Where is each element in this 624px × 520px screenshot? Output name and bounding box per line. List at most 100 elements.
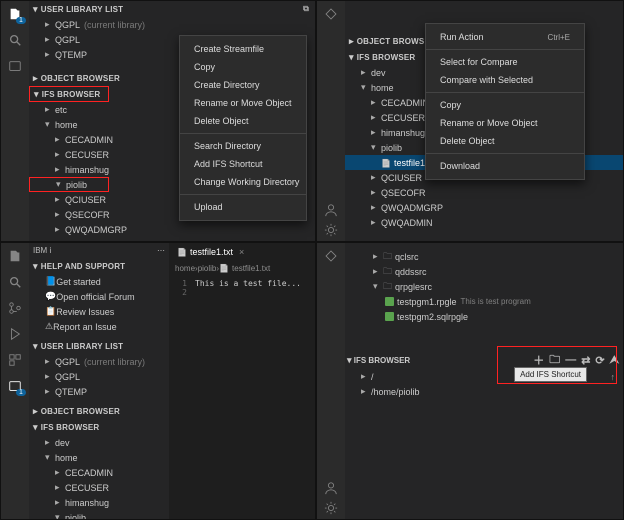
- refresh-icon[interactable]: ⟳: [595, 354, 604, 367]
- diamond-icon[interactable]: [322, 247, 340, 265]
- ifs-item[interactable]: QWQADMIN: [345, 215, 623, 230]
- editor-content[interactable]: 1This is a test file... 2: [169, 275, 315, 519]
- menu-item-delete-object[interactable]: Delete Object: [180, 112, 306, 130]
- ifs-item[interactable]: QWQADMGRP: [345, 200, 623, 215]
- help-item[interactable]: ⚠ Report an Issue: [29, 319, 169, 334]
- lib-item[interactable]: QGPL(current library): [29, 354, 169, 369]
- label: Open official Forum: [56, 292, 134, 302]
- menu-item-add-ifs-shortcut[interactable]: Add IFS Shortcut: [180, 155, 306, 173]
- separator: [426, 153, 584, 154]
- gear-icon[interactable]: [324, 223, 338, 237]
- label: home: [55, 120, 78, 130]
- search-icon[interactable]: [6, 31, 24, 49]
- collapse-icon[interactable]: ⮝: [610, 354, 619, 367]
- member-desc: This is test program: [461, 297, 531, 306]
- ifs-item[interactable]: dev: [29, 435, 169, 450]
- menu-item-delete-object[interactable]: Delete Object: [426, 132, 584, 150]
- section-title: IFS BROWSER: [42, 90, 101, 99]
- lib-item[interactable]: QTEMP: [29, 384, 169, 399]
- chevron-right-icon: [349, 36, 354, 47]
- ifs-item[interactable]: CECUSER: [29, 480, 169, 495]
- chevron-right-icon: [45, 386, 55, 397]
- ifs-item[interactable]: CECADMIN: [29, 465, 169, 480]
- ifs-shortcut-home-piolib[interactable]: /home/piolib: [345, 384, 623, 399]
- srcpf-item[interactable]: 🗀qclsrc: [351, 249, 617, 264]
- section-object-browser[interactable]: OBJECT BROWSER: [29, 403, 169, 419]
- search-icon[interactable]: [6, 273, 24, 291]
- breadcrumb[interactable]: home › piolib › testfile1.txt: [169, 261, 270, 275]
- reconnect-icon[interactable]: ⇄: [581, 354, 590, 367]
- line-icon[interactable]: —: [565, 354, 576, 366]
- section-help-support[interactable]: HELP AND SUPPORT: [29, 258, 169, 274]
- menu-item-change-working-dir[interactable]: Change Working Directory: [180, 173, 306, 191]
- more-icon[interactable]: ⋯: [157, 246, 165, 255]
- ifs-item-piolib[interactable]: piolib: [29, 177, 109, 192]
- gear-icon[interactable]: [324, 501, 338, 515]
- chevron-right-icon: [45, 437, 55, 448]
- ifs-item[interactable]: himanshug: [29, 495, 169, 510]
- menu-item-upload[interactable]: Upload: [180, 198, 306, 216]
- srcpf-item-qrpglesrc[interactable]: 🗀qrpglesrc: [351, 279, 617, 294]
- editor-tab-testfile1[interactable]: testfile1.txt ×: [169, 243, 252, 261]
- section-title: IFS BROWSER: [354, 356, 410, 365]
- ibm-i-icon[interactable]: 1: [6, 377, 24, 395]
- account-icon[interactable]: [324, 203, 338, 217]
- menu-item-rename-move[interactable]: Rename or Move Object: [180, 94, 306, 112]
- ifs-item[interactable]: QWQADMIN: [29, 237, 315, 241]
- member-item[interactable]: testpgm2.sqlrpgle: [351, 309, 617, 324]
- up-icon[interactable]: ↑: [611, 372, 616, 382]
- chevron-right-icon: [33, 73, 38, 84]
- menu-item-compare-selected[interactable]: Compare with Selected: [426, 71, 584, 89]
- label: QWQADMIN: [65, 240, 117, 242]
- ifs-item[interactable]: QSECOFR: [345, 185, 623, 200]
- explorer-icon[interactable]: [6, 247, 24, 265]
- line-number: 2: [173, 288, 187, 297]
- section-ifs-browser[interactable]: IFS BROWSER: [29, 419, 169, 435]
- menu-item-copy[interactable]: Copy: [426, 96, 584, 114]
- ifs-item[interactable]: home: [29, 450, 169, 465]
- new-window-icon[interactable]: ⧉: [303, 4, 309, 14]
- ifs-item[interactable]: QWQADMGRP: [29, 222, 315, 237]
- explorer-icon[interactable]: 1: [6, 5, 24, 23]
- close-icon[interactable]: ×: [239, 247, 244, 257]
- menu-item-rename-move[interactable]: Rename or Move Object: [426, 114, 584, 132]
- chevron-down-icon: [34, 89, 39, 100]
- srcpf-item[interactable]: 🗀qddssrc: [351, 264, 617, 279]
- member-item[interactable]: testpgm1.rpgleThis is test program: [351, 294, 617, 309]
- menu-item-download[interactable]: Download: [426, 157, 584, 175]
- label: Get started: [56, 277, 101, 287]
- section-user-library-list[interactable]: USER LIBRARY LIST ⧉: [29, 1, 315, 17]
- folder-icon: 🗀: [383, 264, 392, 280]
- source-control-icon[interactable]: [6, 299, 24, 317]
- chevron-right-icon: [45, 49, 55, 60]
- extensions-icon[interactable]: [6, 351, 24, 369]
- help-item[interactable]: 💬 Open official Forum: [29, 289, 169, 304]
- menu-item-search-directory[interactable]: Search Directory: [180, 137, 306, 155]
- sidebar: IBM i ⋯ HELP AND SUPPORT 📘 Get started 💬…: [29, 243, 169, 519]
- menu-item-run-action[interactable]: Run Action Ctrl+E: [426, 28, 584, 46]
- chevron-down-icon: [55, 512, 65, 519]
- label: etc: [55, 105, 67, 115]
- ibm-i-icon[interactable]: [6, 57, 24, 75]
- pane-top-left: 1 USER LIBRARY LIST ⧉ QGPL (current libr…: [0, 0, 316, 242]
- ifs-item[interactable]: piolib: [29, 510, 169, 519]
- plus-icon[interactable]: ＋: [533, 352, 544, 368]
- object-tree: 🗀qclsrc 🗀qddssrc 🗀qrpglesrc testpgm1.rpg…: [345, 243, 623, 324]
- help-item[interactable]: 📘 Get started: [29, 274, 169, 289]
- account-icon[interactable]: [324, 481, 338, 495]
- label: home: [55, 453, 78, 463]
- menu-item-create-streamfile[interactable]: Create Streamfile: [180, 40, 306, 58]
- chevron-down-icon: [373, 281, 383, 292]
- label: CECADMIN: [381, 98, 429, 108]
- menu-item-copy[interactable]: Copy: [180, 58, 306, 76]
- section-user-library-list[interactable]: USER LIBRARY LIST: [29, 338, 169, 354]
- menu-item-create-directory[interactable]: Create Directory: [180, 76, 306, 94]
- lib-item-qgpl-current[interactable]: QGPL (current library): [29, 17, 315, 32]
- help-item[interactable]: 📋 Review Issues: [29, 304, 169, 319]
- menu-item-select-compare[interactable]: Select for Compare: [426, 53, 584, 71]
- run-icon[interactable]: [6, 325, 24, 343]
- label: himanshug: [65, 165, 109, 175]
- section-ifs-browser[interactable]: IFS BROWSER: [29, 86, 109, 102]
- lib-item[interactable]: QGPL: [29, 369, 169, 384]
- diamond-icon[interactable]: [322, 5, 340, 23]
